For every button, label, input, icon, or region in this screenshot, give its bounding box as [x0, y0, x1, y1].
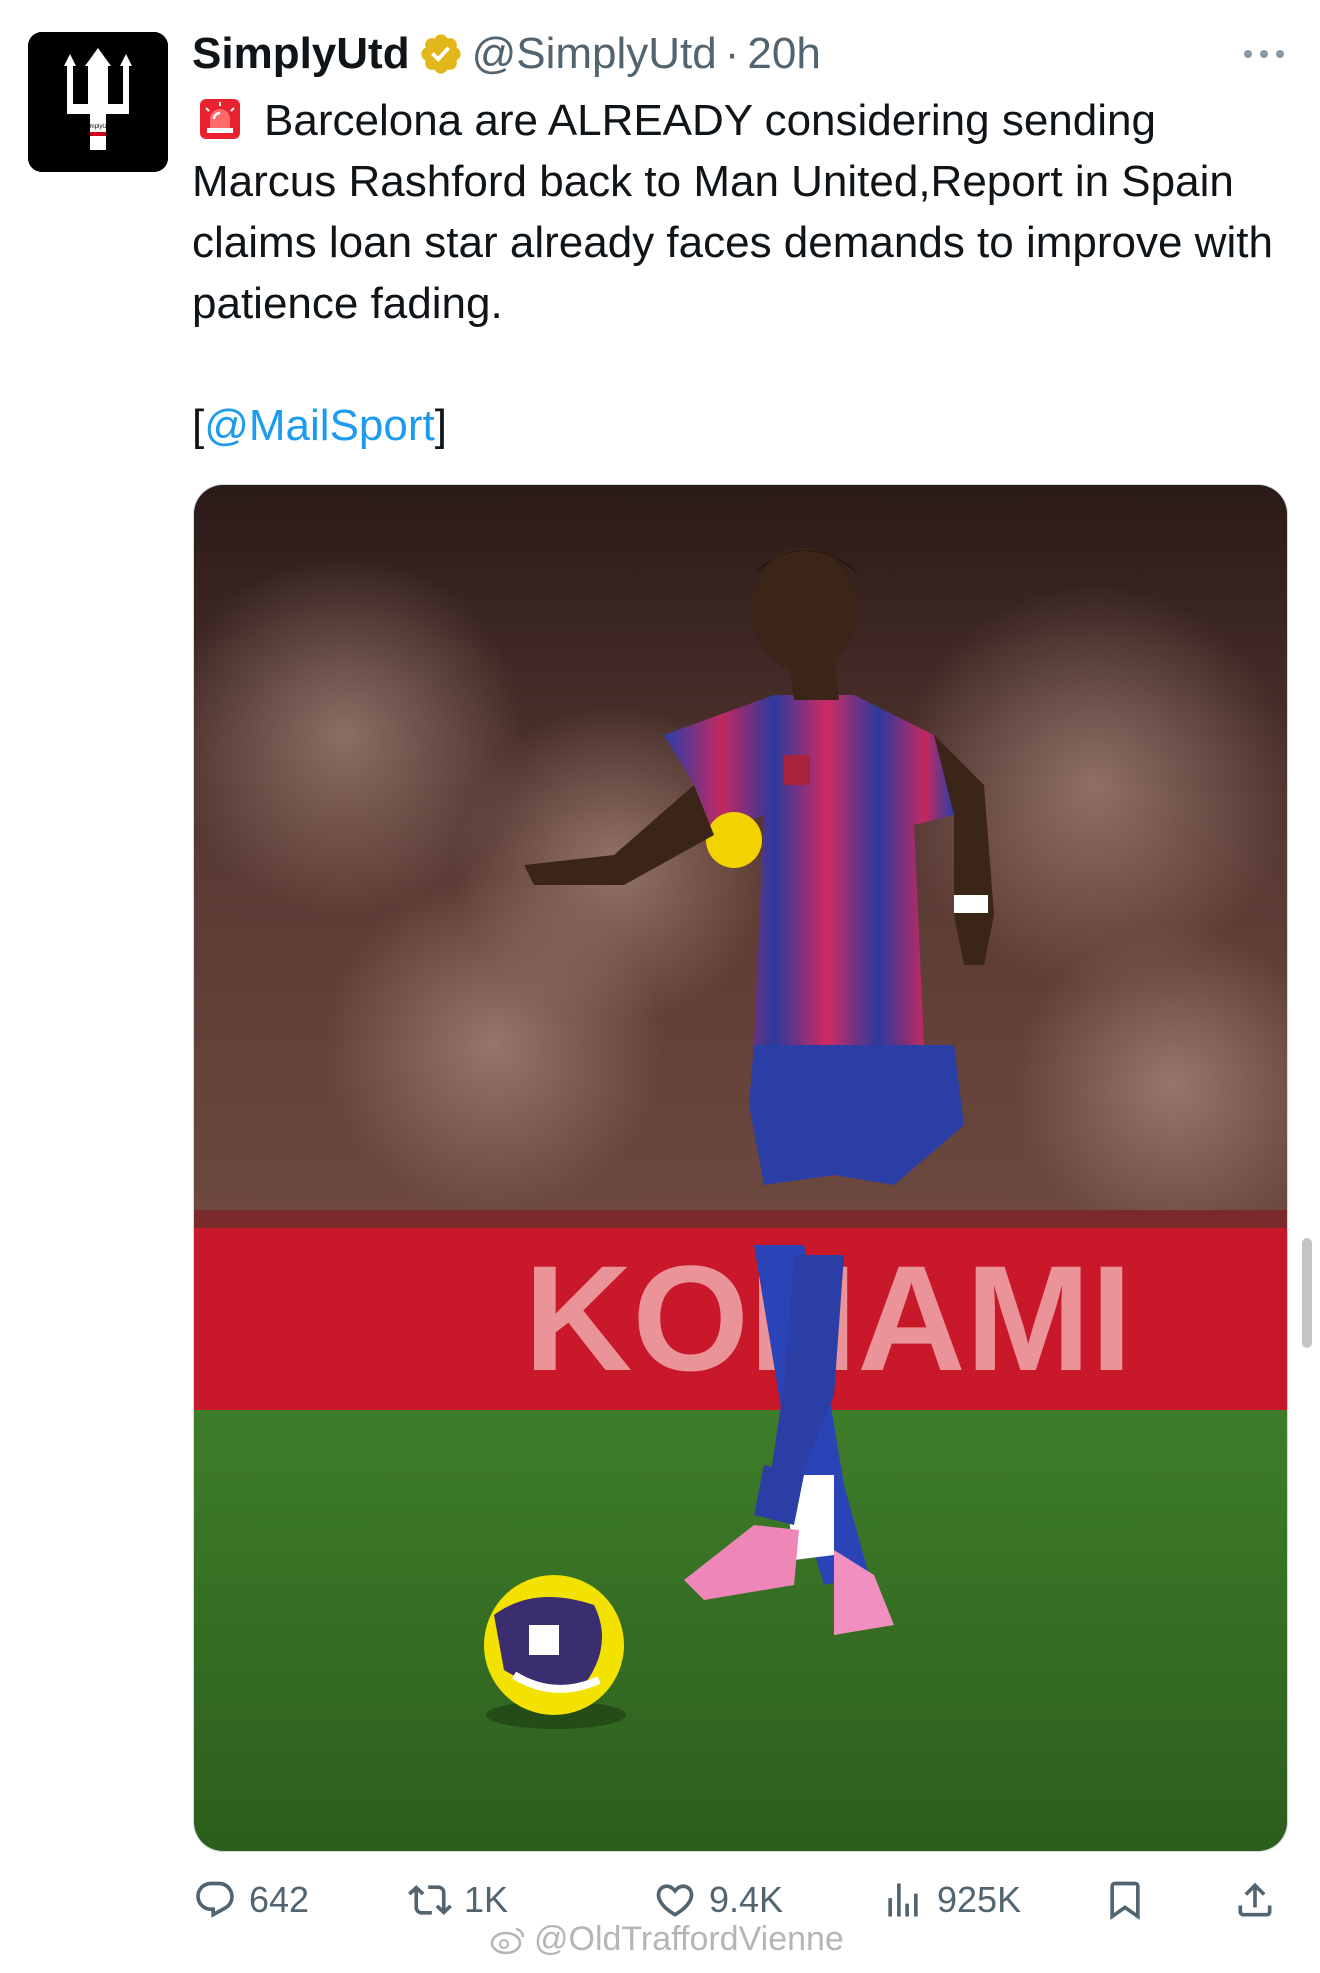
bookmark-icon — [1110, 1881, 1140, 1921]
views-button[interactable]: 925K — [881, 1870, 1021, 1930]
reply-button[interactable]: 642 — [193, 1870, 309, 1930]
handle[interactable]: @SimplyUtd — [472, 29, 717, 79]
source-open-bracket: [ — [192, 401, 205, 450]
repost-icon — [408, 1885, 452, 1915]
share-button[interactable] — [1233, 1870, 1289, 1930]
football-player-photo: KONAMI — [194, 485, 1287, 1851]
tweet-photo[interactable]: KONAMI — [193, 484, 1288, 1852]
trident-logo-icon: SimplyUtd — [28, 32, 168, 172]
reply-count: 642 — [249, 1879, 310, 1920]
tweet-header: SimplyUtd @SimplyUtd · 20h — [192, 24, 1300, 84]
scrollbar[interactable] — [1302, 1238, 1312, 1348]
share-icon — [1238, 1882, 1272, 1917]
heart-icon — [656, 1884, 694, 1917]
rotating-light-icon — [198, 96, 242, 140]
avatar-caption: SimplyUtd — [84, 124, 111, 130]
source-close-bracket: ] — [434, 401, 447, 450]
tweet-text: Barcelona are ALREADY considering sendin… — [192, 90, 1302, 334]
bookmark-button[interactable] — [1103, 1870, 1159, 1930]
avatar[interactable]: SimplyUtd — [28, 32, 168, 172]
view-count: 925K — [937, 1879, 1022, 1920]
tweet-body: Barcelona are ALREADY considering sendin… — [192, 96, 1273, 328]
more-options-icon[interactable] — [1238, 34, 1290, 74]
reply-icon — [196, 1881, 234, 1918]
weibo-logo-icon — [490, 1927, 525, 1954]
watermark: @OldTraffordVienne — [490, 1920, 844, 1959]
separator-dot: · — [724, 29, 740, 78]
source-line: [@MailSport] — [192, 396, 447, 456]
analytics-icon — [888, 1883, 918, 1917]
like-count: 9.4K — [709, 1879, 784, 1920]
mailsport-mention-link[interactable]: @MailSport — [204, 401, 435, 450]
display-name[interactable]: SimplyUtd — [192, 29, 410, 79]
timestamp[interactable]: 20h — [747, 29, 820, 79]
watermark-text: @OldTraffordVienne — [534, 1920, 844, 1958]
repost-count: 1K — [464, 1879, 509, 1920]
verified-badge-icon[interactable] — [418, 31, 464, 77]
